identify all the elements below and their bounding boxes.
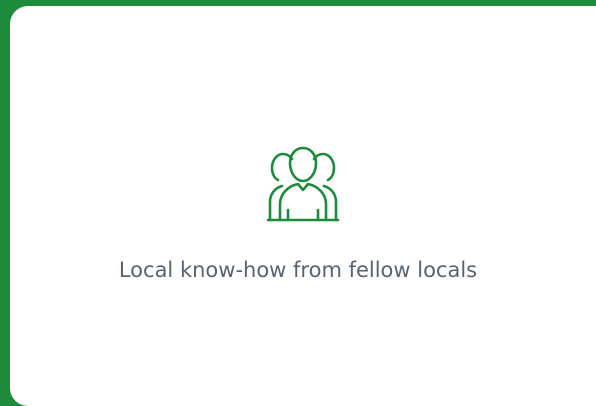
people-group-icon: [258, 140, 348, 224]
card-frame: Local know-how from fellow locals: [0, 0, 596, 406]
card-caption: Local know-how from fellow locals: [118, 258, 478, 282]
